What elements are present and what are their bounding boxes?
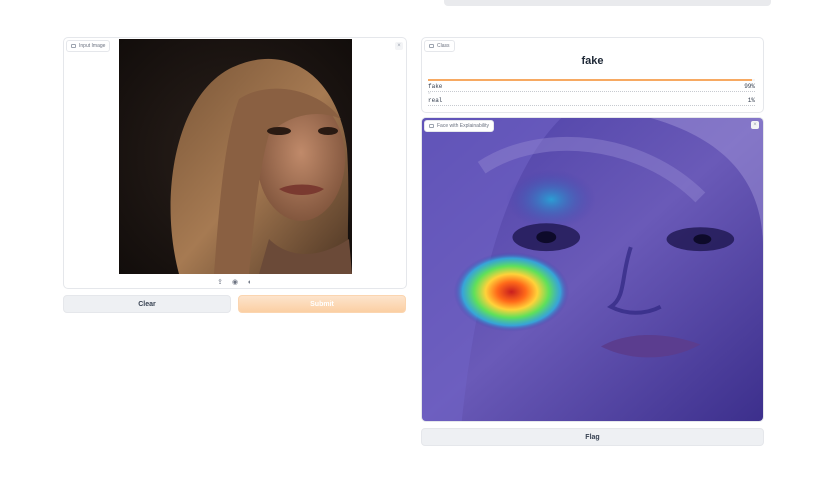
previous-component-strip xyxy=(444,0,771,6)
confidence-value: 99% xyxy=(744,83,755,90)
image-icon xyxy=(429,124,434,128)
image-source-toolbar: ⇪ ◉ ◐ xyxy=(64,276,406,288)
upload-icon[interactable]: ⇪ xyxy=(216,278,224,286)
top-confidence-bar xyxy=(428,79,755,81)
explainability-panel: Face with Explainability × xyxy=(421,117,764,422)
top-confidence-bar-fill xyxy=(428,79,752,81)
submit-button[interactable]: Submit xyxy=(238,295,406,313)
confidence-value: 1% xyxy=(747,97,755,104)
flag-button[interactable]: Flag xyxy=(421,428,764,446)
class-label-text: Class xyxy=(437,43,450,49)
clipboard-icon[interactable]: ◐ xyxy=(246,279,254,286)
clear-button[interactable]: Clear xyxy=(63,295,231,313)
input-image-panel[interactable]: Input Image × ⇪ ◉ ◐ xyxy=(63,37,407,289)
class-label: Class xyxy=(424,40,455,52)
class-output-panel: Class fake fake 99% ○ real 1% xyxy=(421,37,764,113)
confidence-marker: ○ xyxy=(428,92,431,96)
label-icon xyxy=(429,44,434,48)
clear-image-close-icon[interactable]: × xyxy=(395,42,403,50)
predicted-label: fake xyxy=(581,55,604,67)
confidence-row: fake 99% xyxy=(428,83,755,92)
explainability-label-text: Face with Explainability xyxy=(437,123,489,129)
close-icon[interactable]: × xyxy=(751,121,759,129)
gradcam-heatmap-image xyxy=(422,118,763,421)
image-icon xyxy=(71,44,76,48)
confidence-label: real xyxy=(428,97,443,104)
confidence-row: real 1% xyxy=(428,97,755,106)
input-face-image xyxy=(119,39,352,274)
confidence-label: fake xyxy=(428,83,443,90)
input-image-label-text: Input Image xyxy=(79,43,106,49)
webcam-icon[interactable]: ◉ xyxy=(231,278,239,286)
input-image-label: Input Image xyxy=(66,40,111,52)
explainability-label: Face with Explainability xyxy=(424,120,494,132)
